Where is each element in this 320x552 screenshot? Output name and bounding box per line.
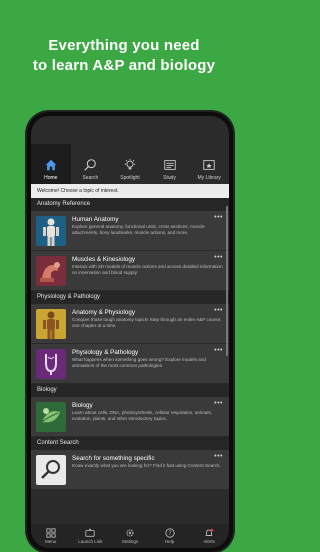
list-item-content-search[interactable]: Search for something specific Know exact… xyxy=(31,450,229,490)
section-header-anatomy-reference: Anatomy Reference xyxy=(31,198,229,211)
bottom-alerts-label: Alerts xyxy=(203,539,215,544)
item-title: Physiology & Pathology xyxy=(72,349,139,356)
human-anatomy-thumbnail xyxy=(36,216,66,246)
bottom-launch-link-button[interactable]: Launch Link xyxy=(71,524,111,548)
tab-study[interactable]: Study xyxy=(150,144,190,184)
bottom-launch-link-label: Launch Link xyxy=(78,539,103,544)
biology-thumbnail xyxy=(36,402,66,432)
headline: Everything you need to learn A&P and bio… xyxy=(0,36,248,76)
menu-icon xyxy=(46,528,56,538)
tab-my-library[interactable]: My Library xyxy=(189,144,229,184)
item-title: Search for something specific xyxy=(72,455,155,462)
item-description: Know exactly what you are looking for? F… xyxy=(72,463,221,468)
search-icon xyxy=(84,159,97,171)
tab-home-label: Home xyxy=(44,175,58,181)
gear-icon xyxy=(126,529,134,537)
section-header-content-search: Content Search xyxy=(31,437,229,450)
tab-home[interactable]: Home xyxy=(31,144,71,184)
tab-search-label: Search xyxy=(82,175,99,181)
physiology-pathology-thumbnail xyxy=(36,349,66,379)
bottom-help-label: Help xyxy=(164,539,175,544)
more-options-icon[interactable]: ••• xyxy=(214,307,223,314)
list-item-anatomy-physiology[interactable]: Anatomy & Physiology Conquer those tough… xyxy=(31,304,229,344)
tab-spotlight[interactable]: Spotlight xyxy=(110,144,150,184)
headline-line-1: Everything you need xyxy=(48,37,200,54)
bottom-alerts-button[interactable]: Alerts xyxy=(189,524,229,548)
top-tab-bar: Home Search Spotlight Study My Library xyxy=(31,144,229,184)
anatomy-physiology-thumbnail xyxy=(36,309,66,339)
app-screen: Home Search Spotlight Study My Library W… xyxy=(31,116,229,548)
item-title: Human Anatomy xyxy=(72,216,119,223)
content-list[interactable]: Anatomy Reference Human Anatomy Explore … xyxy=(31,198,229,524)
more-options-icon[interactable]: ••• xyxy=(214,254,223,261)
list-item-human-anatomy[interactable]: Human Anatomy Explore general anatomy, f… xyxy=(31,211,229,251)
muscles-kinesiology-thumbnail xyxy=(36,256,66,286)
content-search-thumbnail xyxy=(36,455,66,485)
list-item-biology[interactable]: Biology Learn about cells, DNA, photosyn… xyxy=(31,397,229,437)
link-icon xyxy=(85,528,95,537)
section-header-physiology-pathology: Physiology & Pathology xyxy=(31,291,229,304)
more-options-icon[interactable]: ••• xyxy=(214,347,223,354)
list-item-physiology-pathology[interactable]: Physiology & Pathology What happens when… xyxy=(31,344,229,384)
item-title: Anatomy & Physiology xyxy=(72,309,135,316)
bell-icon xyxy=(205,528,214,536)
bottom-menu-label: Menu xyxy=(45,539,57,544)
bottom-settings-button[interactable]: Settings xyxy=(110,524,150,548)
item-title: Muscles & Kinesiology xyxy=(72,256,135,263)
svg-text:?: ? xyxy=(168,531,171,537)
more-options-icon[interactable]: ••• xyxy=(214,400,223,407)
item-description: Interact with 3D models of muscle action… xyxy=(72,264,223,275)
tab-spotlight-label: Spotlight xyxy=(120,175,140,181)
item-description: Learn about cells, DNA, photosynthesis, … xyxy=(72,410,212,421)
bottom-settings-label: Settings xyxy=(121,539,139,544)
study-icon xyxy=(163,160,176,170)
welcome-banner: Welcome! Choose a topic of interest. xyxy=(31,184,229,198)
bottom-help-button[interactable]: ? Help xyxy=(150,524,190,548)
lightbulb-icon xyxy=(124,158,136,170)
home-icon xyxy=(45,159,57,171)
help-icon: ? xyxy=(164,528,175,538)
bottom-toolbar: Menu Launch Link Settings ? Help Alerts xyxy=(31,524,229,548)
list-item-muscles-kinesiology[interactable]: Muscles & Kinesiology Interact with 3D m… xyxy=(31,251,229,291)
section-header-biology: Biology xyxy=(31,384,229,397)
library-icon xyxy=(203,160,215,170)
phone-frame: Home Search Spotlight Study My Library W… xyxy=(27,112,233,552)
item-description: Explore general anatomy, functional unit… xyxy=(72,224,205,235)
tab-my-library-label: My Library xyxy=(197,175,221,181)
tab-study-label: Study xyxy=(163,175,176,181)
more-options-icon[interactable]: ••• xyxy=(214,214,223,221)
scrollbar[interactable] xyxy=(226,206,228,356)
tab-search[interactable]: Search xyxy=(71,144,111,184)
item-title: Biology xyxy=(72,402,93,409)
item-description: Conquer those tough anatomy topics! Step… xyxy=(72,317,222,328)
bottom-menu-button[interactable]: Menu xyxy=(31,524,71,548)
item-description: What happens when something goes wrong? … xyxy=(72,357,206,368)
headline-line-2: to learn A&P and biology xyxy=(32,57,216,74)
more-options-icon[interactable]: ••• xyxy=(214,453,223,460)
